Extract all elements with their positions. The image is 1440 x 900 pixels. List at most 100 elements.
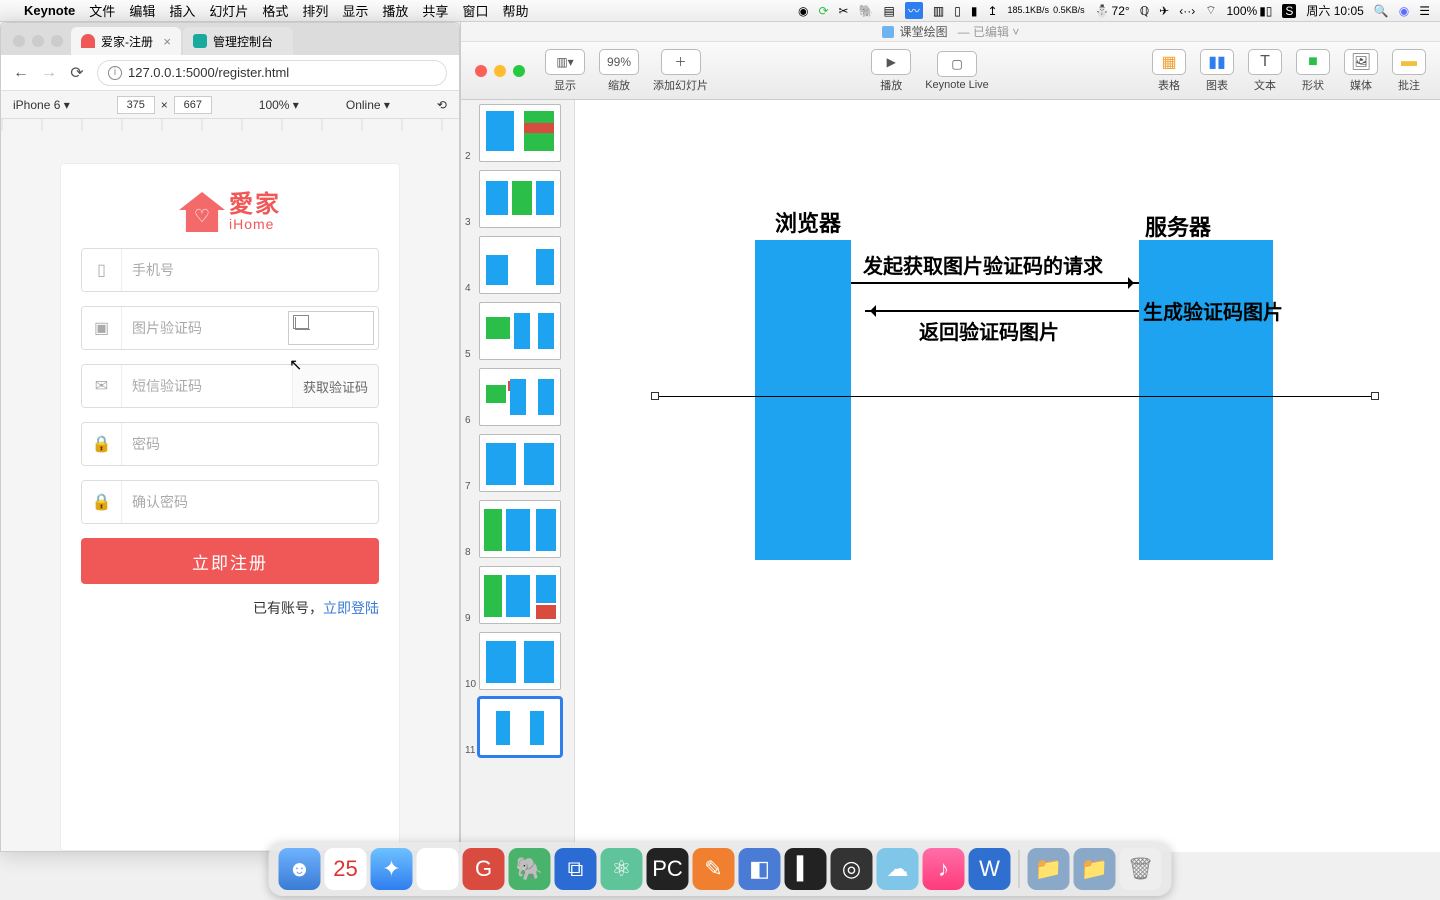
selection-handle[interactable]	[651, 392, 659, 400]
slide-thumb-9[interactable]: 9	[479, 566, 566, 624]
height-input[interactable]: 667	[174, 96, 212, 114]
input-source[interactable]: S	[1282, 4, 1296, 18]
selected-line[interactable]	[655, 396, 1375, 397]
site-info-icon[interactable]: i	[108, 66, 122, 80]
evernote-icon[interactable]: 🐘	[509, 848, 551, 890]
app-icon[interactable]: ☁	[877, 848, 919, 890]
captcha-image[interactable]	[288, 311, 374, 345]
menu-play[interactable]: 播放	[382, 1, 408, 20]
tray-icon[interactable]: ▤	[884, 4, 895, 18]
sms-field[interactable]: ✉ 短信验证码 获取验证码	[81, 364, 379, 408]
phone-field[interactable]: ▯ 手机号	[81, 248, 379, 292]
tray-icon[interactable]: ↥	[987, 4, 997, 18]
slide-thumb-7[interactable]: 7	[479, 434, 566, 492]
password-input[interactable]: 密码	[122, 423, 378, 465]
weather-icon[interactable]: ⛄72°	[1095, 4, 1130, 18]
folder-icon[interactable]: 📁	[1028, 848, 1070, 890]
slide-navigator[interactable]: 234567891011	[461, 100, 575, 852]
device-select[interactable]: iPhone 6 ▾	[13, 98, 70, 112]
password-confirm-field[interactable]: 🔒 确认密码	[81, 480, 379, 524]
clock[interactable]: 周六 10:05	[1306, 2, 1363, 19]
text-button[interactable]: T文本	[1248, 49, 1282, 93]
slide-canvas[interactable]: 浏览器 服务器 发起获取图片验证码的请求 生成验证码图片 返回验证码图片	[575, 100, 1440, 852]
evernote-icon[interactable]: 🐘	[859, 4, 874, 18]
word-icon[interactable]: W	[969, 848, 1011, 890]
tab-inactive[interactable]: 管理控制台	[183, 27, 293, 55]
register-button[interactable]: 立即注册	[81, 538, 379, 584]
play-button[interactable]: ▶播放	[871, 49, 911, 93]
terminal-icon[interactable]: ▍	[785, 848, 827, 890]
arrow-right[interactable]	[851, 282, 1139, 284]
siri-icon[interactable]: ◉	[1399, 4, 1409, 18]
password-confirm-input[interactable]: 确认密码	[122, 481, 378, 523]
chrome-icon[interactable]: ◉	[417, 848, 459, 890]
trash-icon[interactable]: 🗑	[1120, 848, 1162, 890]
notification-center-icon[interactable]: ☰	[1419, 4, 1430, 18]
tab-active[interactable]: 爱家-注册 ×	[71, 27, 181, 55]
get-code-button[interactable]: 获取验证码	[292, 365, 378, 407]
app-icon[interactable]: ✎	[693, 848, 735, 890]
menu-view[interactable]: 显示	[342, 1, 368, 20]
password-field[interactable]: 🔒 密码	[81, 422, 379, 466]
status-icon[interactable]: ◉	[798, 4, 808, 18]
throttle-select[interactable]: Online ▾	[346, 98, 390, 112]
add-slide-button[interactable]: ＋添加幻灯片	[653, 49, 708, 93]
tray-icon[interactable]: ▯	[954, 4, 961, 18]
battery-status[interactable]: 100% ▮▯	[1226, 4, 1272, 18]
image-captcha-field[interactable]: ▣ 图片验证码	[81, 306, 379, 350]
atom-icon[interactable]: ⚛	[601, 848, 643, 890]
server-box[interactable]	[1139, 240, 1273, 560]
sms-input[interactable]: 短信验证码	[122, 365, 292, 407]
slide-thumb-8[interactable]: 8	[479, 500, 566, 558]
app-name[interactable]: Keynote	[24, 3, 75, 18]
app-icon[interactable]: ◧	[739, 848, 781, 890]
menu-help[interactable]: 帮助	[502, 1, 528, 20]
tray-icon[interactable]: ▮	[971, 4, 978, 18]
slide-thumb-10[interactable]: 10	[479, 632, 566, 690]
url-field[interactable]: i 127.0.0.1:5000/register.html	[97, 60, 447, 86]
tab-close-icon[interactable]: ×	[163, 34, 171, 49]
calendar-icon[interactable]: 25	[325, 848, 367, 890]
slide-thumb-6[interactable]: 6	[479, 368, 566, 426]
pycharm-icon[interactable]: PC	[647, 848, 689, 890]
tray-icon[interactable]: ▥	[933, 4, 944, 18]
tray-icon[interactable]: ✈	[1159, 4, 1169, 18]
scissors-icon[interactable]: ✂	[839, 4, 849, 18]
folder-icon[interactable]: 📁	[1074, 848, 1116, 890]
menu-arrange[interactable]: 排列	[302, 1, 328, 20]
slide-thumb-4[interactable]: 4	[479, 236, 566, 294]
menu-insert[interactable]: 插入	[169, 1, 195, 20]
phone-input[interactable]: 手机号	[122, 249, 378, 291]
vscode-icon[interactable]: ⧉	[555, 848, 597, 890]
slide-thumb-3[interactable]: 3	[479, 170, 566, 228]
comment-button[interactable]: ▬批注	[1392, 49, 1426, 93]
keynote-live-button[interactable]: ▢Keynote Live	[925, 51, 989, 91]
browser-box[interactable]	[755, 240, 851, 560]
width-input[interactable]: 375	[117, 96, 155, 114]
login-link[interactable]: 立即登陆	[323, 600, 379, 616]
slide-thumb-5[interactable]: 5	[479, 302, 566, 360]
back-button[interactable]: ←	[13, 64, 29, 82]
wifi-icon[interactable]: ⌔	[1205, 3, 1216, 18]
window-controls[interactable]	[475, 65, 525, 77]
menu-format[interactable]: 格式	[262, 1, 288, 20]
image-captcha-input[interactable]: 图片验证码	[122, 307, 284, 349]
dock[interactable]: ☻ 25 ✦ ◉ G 🐘 ⧉ ⚛ PC ✎ ◧ ▍ ◎ ☁ ♪ W 📁 📁 🗑	[269, 842, 1172, 896]
menu-share[interactable]: 共享	[422, 1, 448, 20]
app-icon[interactable]: G	[463, 848, 505, 890]
tray-icon[interactable]: ‹··›	[1179, 4, 1195, 18]
menu-edit[interactable]: 编辑	[129, 1, 155, 20]
music-icon[interactable]: ♪	[923, 848, 965, 890]
tray-icon[interactable]: 〰	[905, 2, 923, 19]
table-button[interactable]: ▦表格	[1152, 49, 1186, 93]
menu-window[interactable]: 窗口	[462, 1, 488, 20]
window-controls[interactable]	[9, 35, 71, 55]
arrow-left[interactable]	[865, 310, 1139, 312]
view-button[interactable]: ▥▾显示	[545, 49, 585, 93]
media-button[interactable]: 🖼媒体	[1344, 49, 1378, 93]
slide-thumb-2[interactable]: 2	[479, 104, 566, 162]
zoom-button[interactable]: 99%缩放	[599, 49, 639, 93]
forward-button[interactable]: →	[41, 64, 57, 82]
spotlight-icon[interactable]: 🔍	[1374, 4, 1389, 18]
menu-slide[interactable]: 幻灯片	[209, 1, 248, 20]
